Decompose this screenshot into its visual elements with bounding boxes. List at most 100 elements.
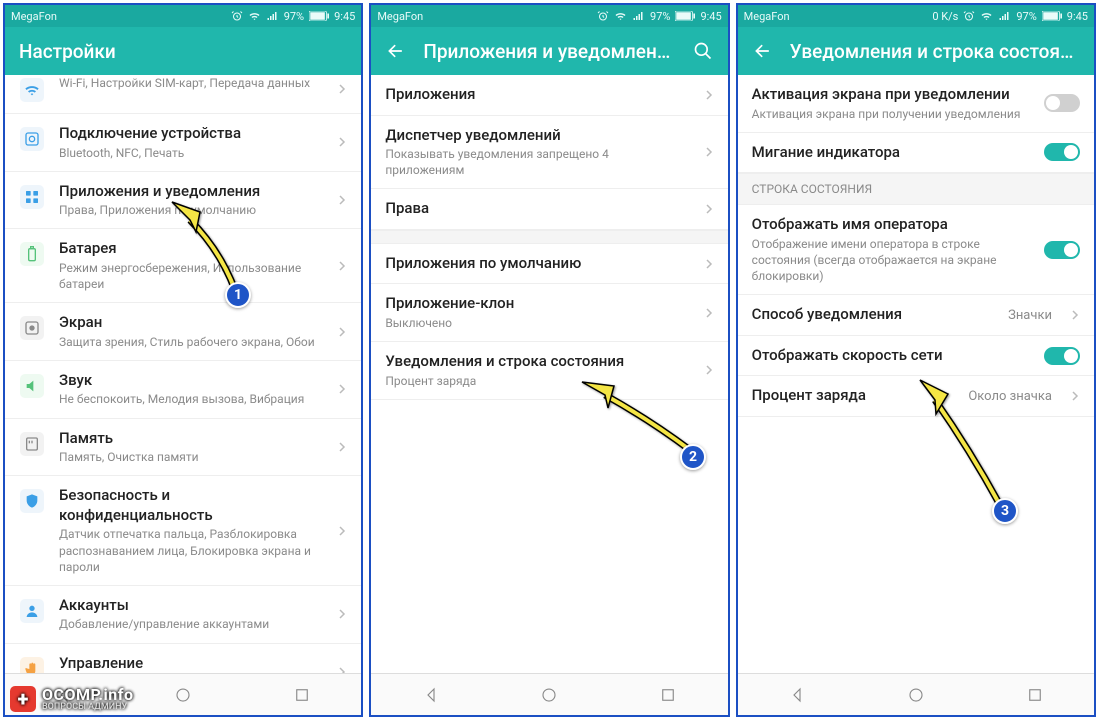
link-icon [24, 131, 40, 147]
notif-bar-list[interactable]: Активация экрана при уведомленииАктиваци… [738, 75, 1094, 673]
list-item[interactable]: УправлениеСпец. возможности [5, 644, 361, 673]
list-item-notif-statusbar[interactable]: Уведомления и строка состоянияПроцент за… [371, 342, 727, 400]
list-item[interactable]: БатареяРежим энергосбережения, Использов… [5, 229, 361, 303]
nav-back-button[interactable] [416, 680, 446, 710]
item-title: Приложения и уведомления [59, 182, 323, 202]
list-item[interactable]: ЗвукНе беспокоить, Мелодия вызова, Вибра… [5, 361, 361, 419]
battery-pct: 97% [284, 10, 304, 23]
nav-bar [738, 673, 1094, 715]
header-title: Уведомления и строка состояния [790, 40, 1080, 63]
item-sub: Права, Приложения по умолчанию [59, 202, 323, 218]
battery-icon [675, 11, 695, 21]
list-item[interactable]: Подключение устройстваBluetooth, NFC, Пе… [5, 114, 361, 172]
nav-back-button[interactable] [782, 680, 812, 710]
toggle-net-speed[interactable] [1044, 347, 1080, 365]
list-item[interactable]: Права [371, 189, 727, 230]
sound-icon [24, 378, 40, 394]
hand-icon [24, 661, 40, 673]
nav-home-button[interactable] [168, 680, 198, 710]
list-item[interactable]: Приложения [371, 75, 727, 116]
item-sub: Выключено [385, 315, 689, 331]
alarm-icon [597, 10, 609, 22]
list-item[interactable]: Мигание индикатора [738, 133, 1094, 174]
item-title: Управление [59, 654, 323, 673]
toggle-led[interactable] [1044, 143, 1080, 161]
wifi-icon [980, 10, 993, 22]
back-button[interactable] [385, 40, 407, 62]
nav-bar [371, 673, 727, 715]
list-item[interactable]: Wi-Fi, Настройки SIM-карт, Передача данн… [5, 75, 361, 114]
nav-recent-button[interactable] [653, 680, 683, 710]
item-sub: Не беспокоить, Мелодия вызова, Вибрация [59, 391, 323, 407]
chevron-right-icon [704, 204, 714, 214]
list-item-net-speed[interactable]: Отображать скорость сети [738, 336, 1094, 377]
alarm-icon [963, 10, 975, 22]
apps-notif-list[interactable]: Приложения Диспетчер уведомленийПоказыва… [371, 75, 727, 673]
item-title: Приложение-клон [385, 294, 689, 314]
header: Приложения и уведомления [371, 27, 727, 75]
item-title: Диспетчер уведомлений [385, 126, 689, 146]
list-item[interactable]: ЭкранЗащита зрения, Стиль рабочего экран… [5, 303, 361, 361]
item-title: Память [59, 429, 323, 449]
nav-recent-button[interactable] [1020, 680, 1050, 710]
chevron-right-icon [704, 308, 714, 318]
item-value: Значки [1008, 308, 1052, 323]
nav-home-button[interactable] [534, 680, 564, 710]
chevron-right-icon [337, 137, 347, 147]
item-title: Звук [59, 371, 323, 391]
clock: 9:45 [334, 10, 355, 23]
battery-icon [24, 246, 40, 262]
nav-recent-button[interactable] [287, 680, 317, 710]
item-title: Активация экрана при уведомлении [752, 85, 1030, 105]
wifi-icon [248, 10, 261, 22]
battery-pct: 97% [650, 10, 670, 23]
list-item-apps[interactable]: Приложения и уведомленияПрава, Приложени… [5, 172, 361, 230]
chevron-right-icon [337, 526, 347, 536]
chevron-right-icon [337, 384, 347, 394]
clock: 9:45 [700, 10, 721, 23]
chevron-right-icon [1070, 391, 1080, 401]
nav-bar [5, 673, 361, 715]
list-item[interactable]: Способ уведомления Значки [738, 295, 1094, 336]
chevron-right-icon [337, 327, 347, 337]
chevron-right-icon [704, 259, 714, 269]
nav-back-button[interactable] [49, 680, 79, 710]
battery-icon [1042, 11, 1062, 21]
toggle-screen-on[interactable] [1044, 94, 1080, 112]
nav-home-button[interactable] [901, 680, 931, 710]
item-title: Мигание индикатора [752, 143, 1030, 163]
item-sub: Bluetooth, NFC, Печать [59, 145, 323, 161]
item-sub: Режим энергосбережения, Использование ба… [59, 260, 323, 292]
item-sub: Wi-Fi, Настройки SIM-карт, Передача данн… [59, 75, 323, 91]
item-sub: Защита зрения, Стиль рабочего экрана, Об… [59, 334, 323, 350]
status-bar: MegaFon 97% 9:45 [5, 5, 361, 27]
item-title: Уведомления и строка состояния [385, 352, 689, 372]
item-sub: Процент заряда [385, 373, 689, 389]
list-item[interactable]: Процент заряда Около значка [738, 376, 1094, 417]
item-sub: Датчик отпечатка пальца, Разблокировка р… [59, 526, 323, 575]
list-item[interactable]: Приложения по умолчанию [371, 244, 727, 285]
item-title: Безопасность и конфиденциальность [59, 486, 323, 525]
list-item[interactable]: Отображать имя оператораОтображение имен… [738, 205, 1094, 295]
toggle-carrier-name[interactable] [1044, 241, 1080, 259]
list-item[interactable]: Безопасность и конфиденциальностьДатчик … [5, 476, 361, 586]
list-item[interactable]: Диспетчер уведомленийПоказывать уведомле… [371, 116, 727, 190]
header-title: Настройки [19, 40, 347, 63]
list-item[interactable]: Активация экрана при уведомленииАктиваци… [738, 75, 1094, 133]
list-item[interactable]: АккаунтыДобавление/управление аккаунтами [5, 586, 361, 644]
back-button[interactable] [752, 40, 774, 62]
item-title: Приложения по умолчанию [385, 254, 689, 274]
carrier-label: MegaFon [377, 10, 423, 23]
chevron-right-icon [337, 261, 347, 271]
apps-icon [24, 189, 40, 205]
status-bar: MegaFon 0 K/s 97% 9:45 [738, 5, 1094, 27]
settings-list[interactable]: Wi-Fi, Настройки SIM-карт, Передача данн… [5, 75, 361, 673]
search-button[interactable] [692, 40, 714, 62]
item-title: Приложения [385, 85, 689, 105]
clock: 9:45 [1067, 10, 1088, 23]
list-item[interactable]: ПамятьПамять, Очистка памяти [5, 419, 361, 477]
list-item[interactable]: Приложение-клонВыключено [371, 284, 727, 342]
net-speed: 0 K/s [932, 10, 958, 23]
wifi-icon [614, 10, 627, 22]
carrier-label: MegaFon [744, 10, 790, 23]
